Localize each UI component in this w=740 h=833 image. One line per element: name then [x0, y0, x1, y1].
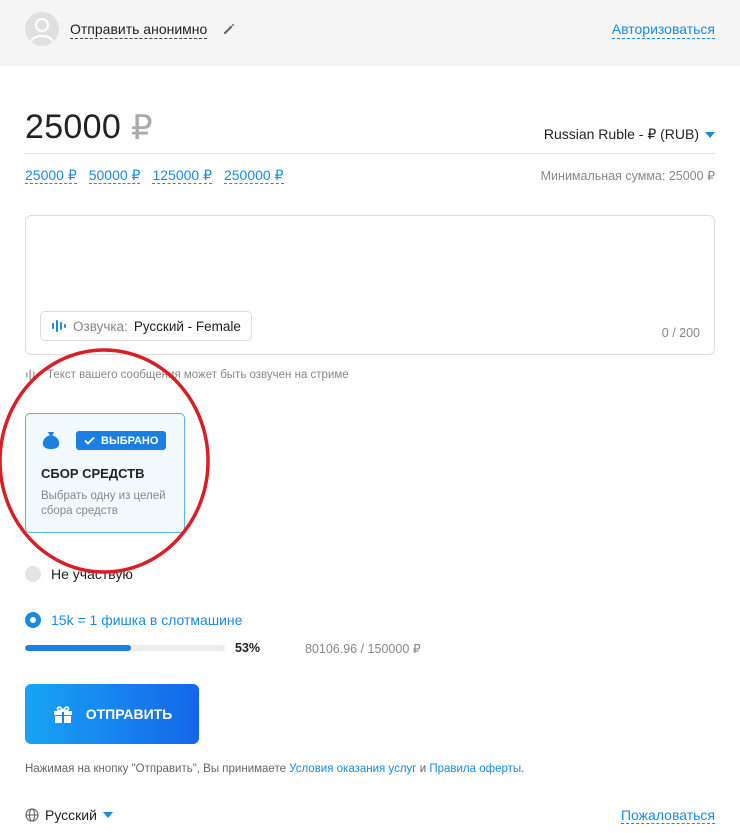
preset-amount[interactable]: 25000 ₽: [25, 167, 77, 184]
voice-select[interactable]: Озвучка: Русский - Female: [40, 311, 252, 341]
login-link[interactable]: Авторизоваться: [611, 21, 715, 39]
goal-option-none[interactable]: Не участвую: [25, 566, 133, 582]
message-textarea[interactable]: Озвучка: Русский - Female 0 / 200: [25, 215, 715, 355]
terms-suffix: .: [521, 763, 525, 775]
voice-value: Русский - Female: [133, 318, 241, 334]
goal-progress-percent: 53%: [235, 641, 261, 655]
terms-prefix: Нажимая на кнопку "Отправить", Вы приним…: [25, 763, 290, 775]
money-bag-icon: [42, 432, 60, 449]
globe-icon: [25, 808, 39, 822]
preset-amount[interactable]: 50000 ₽: [88, 167, 141, 184]
pencil-icon[interactable]: [222, 22, 236, 36]
voice-label: Озвучка:: [73, 318, 128, 334]
currency-symbol: ₽: [131, 109, 153, 147]
character-counter: 0 / 200: [661, 326, 700, 340]
gift-icon: [53, 706, 72, 723]
avatar-icon: [25, 12, 59, 46]
send-button-label: ОТПРАВИТЬ: [85, 706, 173, 722]
radio-unselected[interactable]: [25, 566, 41, 582]
report-link[interactable]: Пожаловаться: [620, 807, 715, 824]
header: Отправить анонимно Авторизоваться: [0, 0, 740, 66]
terms-mid: и: [416, 763, 430, 775]
goal-option-selected[interactable]: 15k = 1 фишка в слотмашине: [25, 612, 242, 628]
sound-wave-icon: [25, 369, 39, 381]
currency-select[interactable]: Russian Ruble - ₽ (RUB): [544, 126, 715, 143]
preset-amount[interactable]: 250000 ₽: [223, 167, 284, 184]
goal-option-label: 15k = 1 фишка в слотмашине: [51, 612, 243, 628]
radio-selected[interactable]: [25, 612, 41, 628]
goal-option-label: Не участвую: [51, 566, 133, 582]
language-label: Русский: [45, 807, 97, 823]
goal-progress-bar: [25, 645, 225, 651]
currency-select-label: Russian Ruble - ₽ (RUB): [543, 126, 699, 142]
voice-hint: Текст вашего сообщения может быть озвуче…: [25, 368, 349, 382]
send-anonymously-toggle[interactable]: Отправить анонимно: [70, 21, 208, 39]
selected-badge: ВЫБРАНО: [76, 431, 167, 450]
goal-raised-amount: 80106.96 / 150000 ₽: [305, 642, 421, 656]
preset-amount[interactable]: 125000 ₽: [152, 167, 212, 184]
offer-rules-link[interactable]: Правила оферты: [429, 763, 521, 775]
selected-badge-label: ВЫБРАНО: [101, 434, 159, 447]
fundraising-title: СБОР СРЕДСТВ: [41, 466, 145, 481]
amount-divider: [25, 153, 715, 154]
language-select[interactable]: Русский: [25, 807, 113, 823]
minimum-amount-label: Минимальная сумма: 25000 ₽: [540, 169, 715, 183]
amount-presets: 25000 ₽ 50000 ₽ 125000 ₽ 250000 ₽: [25, 167, 284, 184]
fundraising-card[interactable]: ВЫБРАНО СБОР СРЕДСТВ Выбрать одну из цел…: [25, 413, 185, 533]
terms-of-service-link[interactable]: Условия оказания услуг: [289, 763, 416, 775]
caret-down-icon: [102, 812, 113, 818]
terms-notice: Нажимая на кнопку "Отправить", Вы приним…: [25, 763, 524, 775]
fundraising-description: Выбрать одну из целей сбора средств: [41, 490, 166, 517]
checkmark-icon: [84, 436, 95, 445]
send-button[interactable]: ОТПРАВИТЬ: [25, 684, 199, 744]
sound-wave-icon: [52, 320, 66, 332]
goal-progress-fill: [25, 645, 131, 651]
voice-hint-text: Текст вашего сообщения может быть озвуче…: [47, 369, 349, 381]
amount-input[interactable]: 25000: [25, 108, 121, 147]
caret-down-icon: [705, 131, 715, 138]
